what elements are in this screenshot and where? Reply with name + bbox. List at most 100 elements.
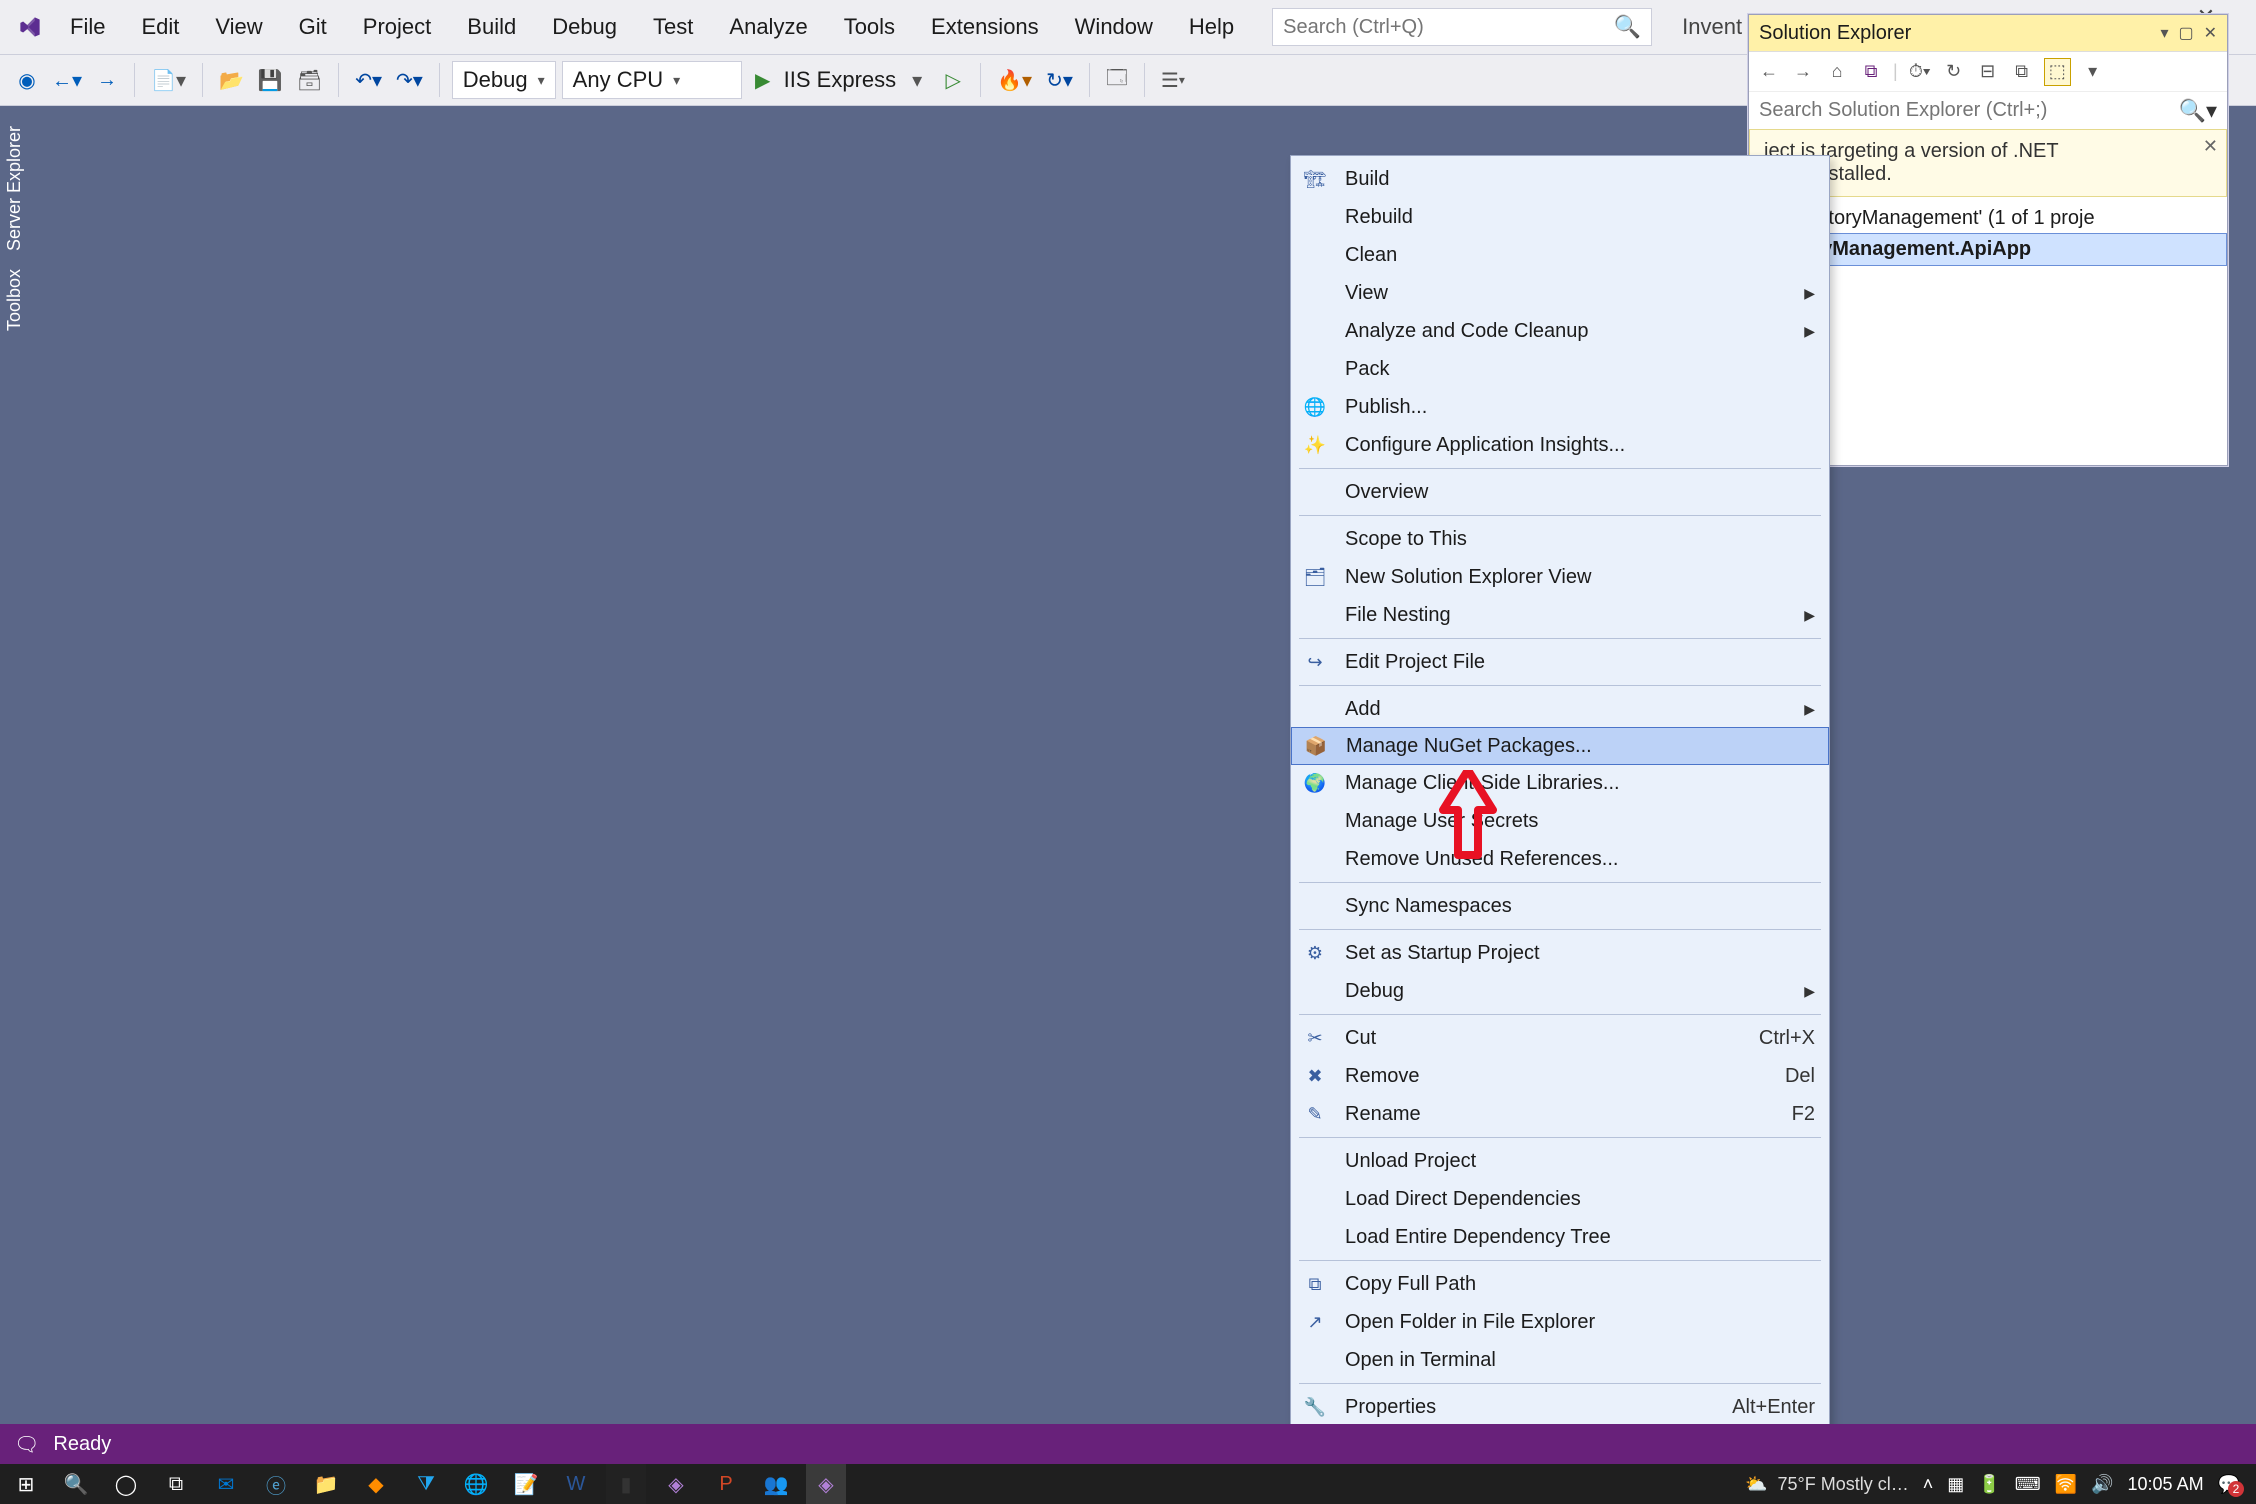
loop-icon[interactable]: ↻▾ — [1042, 63, 1077, 97]
menu-edit[interactable]: Edit — [123, 0, 197, 54]
menu-test[interactable]: Test — [635, 0, 711, 54]
context-menu-item[interactable]: Debug▶ — [1291, 972, 1829, 1010]
tray-volume-icon[interactable]: 🔊 — [2091, 1474, 2113, 1495]
menu-project[interactable]: Project — [345, 0, 449, 54]
start-caret-icon[interactable]: ▾ — [902, 63, 932, 97]
global-search-input[interactable] — [1283, 16, 1614, 39]
context-menu-item[interactable]: Pack — [1291, 350, 1829, 388]
menu-help[interactable]: Help — [1171, 0, 1252, 54]
solution-explorer-titlebar[interactable]: Solution Explorer ▾ ▢ ✕ — [1749, 15, 2227, 51]
caret-down-icon[interactable]: ▾ — [2081, 58, 2105, 86]
filter-icon[interactable]: ⏱▾ — [1908, 58, 1932, 86]
taskbar-weather[interactable]: ⛅ 75°F Mostly cl… — [1745, 1474, 1909, 1495]
context-menu-item[interactable]: ↪Edit Project File — [1291, 643, 1829, 681]
global-search[interactable]: 🔍 — [1272, 8, 1652, 46]
context-menu-item[interactable]: Clean — [1291, 236, 1829, 274]
panel-menu-icon[interactable]: ▾ — [2160, 23, 2168, 43]
back-icon[interactable]: ← — [1757, 58, 1781, 86]
context-menu-item[interactable]: ✎RenameF2 — [1291, 1095, 1829, 1133]
menu-extensions[interactable]: Extensions — [913, 0, 1057, 54]
overflow-icon[interactable]: ☰ ▾ — [1157, 63, 1189, 97]
context-menu-item[interactable]: ✂CutCtrl+X — [1291, 1019, 1829, 1057]
nav-back-button[interactable]: ←▾ — [48, 63, 86, 97]
ppt-icon[interactable]: P — [706, 1464, 746, 1504]
browser-link-icon[interactable]: 🗔 — [1102, 63, 1132, 97]
context-menu-item[interactable]: Scope to This — [1291, 520, 1829, 558]
context-menu-item[interactable]: ✖RemoveDel — [1291, 1057, 1829, 1095]
start-button[interactable]: ⊞ — [6, 1464, 46, 1504]
cortana-icon[interactable]: ◯ — [106, 1464, 146, 1504]
context-menu-item[interactable]: ⧉Copy Full Path — [1291, 1265, 1829, 1303]
start-button[interactable]: ▶ — [748, 63, 778, 97]
taskview-icon[interactable]: ⧉ — [156, 1464, 196, 1504]
undo-icon[interactable]: ↶▾ — [351, 63, 386, 97]
context-menu-item[interactable]: Analyze and Code Cleanup▶ — [1291, 312, 1829, 350]
save-icon[interactable]: 💾 — [254, 63, 287, 97]
server-explorer-tab[interactable]: Server Explorer — [4, 126, 26, 251]
config-combo[interactable]: Debug ▾ — [452, 61, 556, 99]
tray-time[interactable]: 10:05 AM — [2128, 1474, 2204, 1495]
hot-reload-icon[interactable]: 🔥▾ — [993, 63, 1036, 97]
panel-close-icon[interactable]: ✕ — [2204, 23, 2217, 43]
context-menu-item[interactable]: Manage User Secrets — [1291, 802, 1829, 840]
tray-input-icon[interactable]: ⌨ — [2015, 1474, 2041, 1495]
context-menu-item[interactable]: Rebuild — [1291, 198, 1829, 236]
toolbox-tab[interactable]: Toolbox — [4, 269, 26, 331]
context-menu-item[interactable]: Unload Project — [1291, 1142, 1829, 1180]
context-menu-item[interactable]: 🏗Build — [1291, 160, 1829, 198]
context-menu-item[interactable]: View▶ — [1291, 274, 1829, 312]
context-menu-item[interactable]: File Nesting▶ — [1291, 596, 1829, 634]
new-item-icon[interactable]: 📄▾ — [147, 63, 190, 97]
menu-file[interactable]: File — [52, 0, 123, 54]
context-menu-item[interactable]: 🌍Manage Client-Side Libraries... — [1291, 764, 1829, 802]
statusbar-output-icon[interactable]: 🗨 — [14, 1432, 39, 1457]
tray-wifi-icon[interactable]: 🛜 — [2055, 1474, 2077, 1495]
terminal-icon[interactable]: ▮ — [606, 1464, 646, 1504]
solution-explorer-search-input[interactable] — [1759, 99, 2171, 122]
menu-debug[interactable]: Debug — [534, 0, 635, 54]
context-menu-item[interactable]: 📦Manage NuGet Packages... — [1291, 727, 1829, 765]
explorer-icon[interactable]: 📁 — [306, 1464, 346, 1504]
tray-chevron-icon[interactable]: ˄ — [1923, 1474, 1934, 1495]
redo-icon[interactable]: ↷▾ — [392, 63, 427, 97]
tray-notifications-icon[interactable]: 💬2 — [2218, 1474, 2240, 1495]
solution-explorer-search[interactable]: 🔍▾ — [1749, 91, 2227, 129]
vs-active-icon[interactable]: ◈ — [806, 1464, 846, 1504]
edge2-icon[interactable]: 🌐 — [456, 1464, 496, 1504]
context-menu-item[interactable]: Sync Namespaces — [1291, 887, 1829, 925]
menu-build[interactable]: Build — [449, 0, 534, 54]
nav-fwd-button[interactable]: → — [92, 63, 122, 97]
start-without-debug-icon[interactable]: ▷ — [938, 63, 968, 97]
menu-git[interactable]: Git — [281, 0, 345, 54]
collapse-icon[interactable]: ⊟ — [1976, 58, 2000, 86]
show-all-icon[interactable]: ⧉ — [2010, 58, 2034, 86]
app-icon[interactable]: ◆ — [356, 1464, 396, 1504]
save-all-icon[interactable]: 🗃 — [293, 63, 326, 97]
context-menu-item[interactable]: ✨Configure Application Insights... — [1291, 426, 1829, 464]
context-menu-item[interactable]: ⚙Set as Startup Project — [1291, 934, 1829, 972]
notepad-icon[interactable]: 📝 — [506, 1464, 546, 1504]
context-menu-item[interactable]: 🗂New Solution Explorer View — [1291, 558, 1829, 596]
outlook-icon[interactable]: ✉ — [206, 1464, 246, 1504]
fwd-icon[interactable]: → — [1791, 58, 1815, 86]
context-menu-item[interactable]: Open in Terminal — [1291, 1341, 1829, 1379]
context-menu-item[interactable]: 🌐Publish... — [1291, 388, 1829, 426]
search-taskbar-icon[interactable]: 🔍 — [56, 1464, 96, 1504]
refresh-icon[interactable]: ↻ — [1942, 58, 1966, 86]
switch-views-icon[interactable]: ⧉ — [1859, 58, 1883, 86]
menu-tools[interactable]: Tools — [826, 0, 913, 54]
context-menu-item[interactable]: Overview — [1291, 473, 1829, 511]
menu-view[interactable]: View — [197, 0, 280, 54]
tray-drive-icon[interactable]: ▦ — [1947, 1474, 1964, 1495]
menu-analyze[interactable]: Analyze — [711, 0, 825, 54]
tray-battery-icon[interactable]: 🔋 — [1978, 1474, 2000, 1495]
teams-icon[interactable]: 👥 — [756, 1464, 796, 1504]
open-icon[interactable]: 📂 — [215, 63, 248, 97]
context-menu-item[interactable]: Add▶ — [1291, 690, 1829, 728]
context-menu-item[interactable]: Load Entire Dependency Tree — [1291, 1218, 1829, 1256]
vscode-icon[interactable]: ⧩ — [406, 1464, 446, 1504]
preview-selected-icon[interactable]: ⬚ — [2044, 58, 2071, 86]
menu-window[interactable]: Window — [1057, 0, 1171, 54]
platform-combo[interactable]: Any CPU ▾ — [562, 61, 742, 99]
context-menu-item[interactable]: Load Direct Dependencies — [1291, 1180, 1829, 1218]
